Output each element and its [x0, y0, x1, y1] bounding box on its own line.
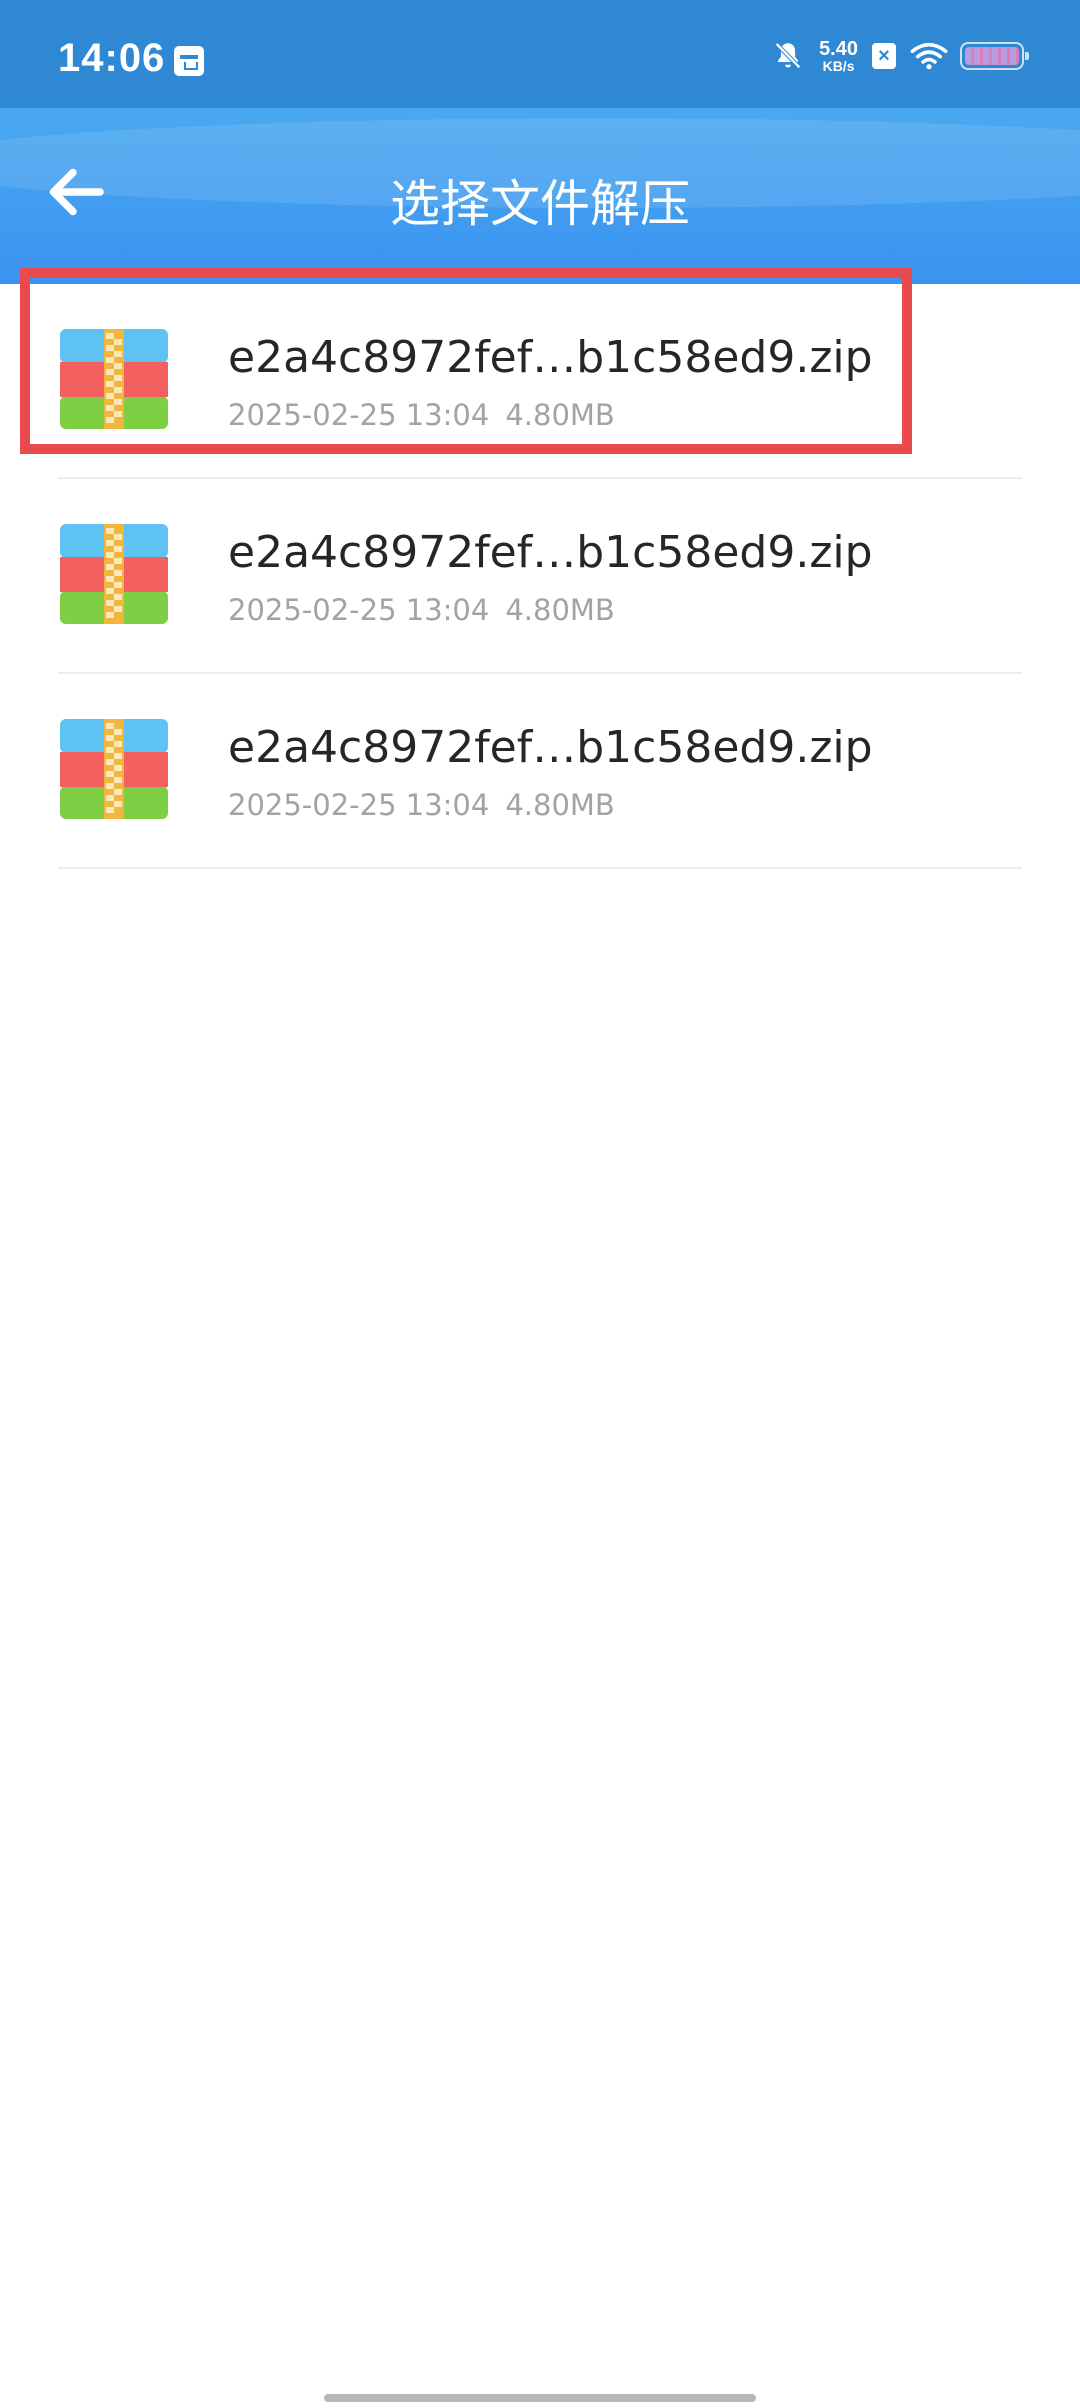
file-date: 2025-02-25 13:04: [228, 593, 490, 627]
home-indicator[interactable]: [324, 2394, 756, 2402]
file-item[interactable]: e2a4c8972fef…b1c58ed9.zip 2025-02-25 13:…: [0, 479, 1080, 674]
file-item[interactable]: e2a4c8972fef…b1c58ed9.zip 2025-02-25 13:…: [0, 284, 1080, 479]
close-box-icon: ×: [872, 43, 896, 69]
file-name: e2a4c8972fef…b1c58ed9.zip: [228, 527, 873, 578]
network-speed-value: 5.40: [819, 38, 858, 60]
file-item[interactable]: e2a4c8972fef…b1c58ed9.zip 2025-02-25 13:…: [0, 674, 1080, 869]
zip-archive-icon: [60, 524, 168, 624]
app-bar: 选择文件解压: [0, 108, 1080, 284]
calendar-icon: [174, 46, 204, 76]
zip-archive-icon: [60, 329, 168, 429]
zip-archive-icon: [60, 719, 168, 819]
file-meta: 2025-02-25 13:04 4.80MB: [228, 593, 615, 627]
file-name: e2a4c8972fef…b1c58ed9.zip: [228, 722, 873, 773]
file-size: 4.80MB: [505, 788, 615, 822]
file-name: e2a4c8972fef…b1c58ed9.zip: [228, 332, 873, 383]
file-list: e2a4c8972fef…b1c58ed9.zip 2025-02-25 13:…: [0, 284, 1080, 869]
page-title: 选择文件解压: [390, 175, 690, 233]
file-meta: 2025-02-25 13:04 4.80MB: [228, 788, 615, 822]
status-time: 14:06: [58, 36, 166, 80]
network-speed: 5.40 KB/s: [819, 39, 858, 73]
mute-bell-icon: [775, 42, 801, 69]
network-speed-unit: KB/s: [822, 58, 855, 74]
status-icons: 5.40 KB/s ×: [771, 38, 1029, 74]
file-date: 2025-02-25 13:04: [228, 788, 490, 822]
divider: [58, 867, 1022, 869]
status-bar: 14:06 5.40 KB/s ×: [0, 0, 1080, 108]
file-size: 4.80MB: [505, 398, 615, 432]
file-size: 4.80MB: [505, 593, 615, 627]
file-meta: 2025-02-25 13:04 4.80MB: [228, 398, 615, 432]
file-date: 2025-02-25 13:04: [228, 398, 490, 432]
wifi-icon: [910, 42, 948, 70]
battery-icon: [960, 42, 1029, 70]
